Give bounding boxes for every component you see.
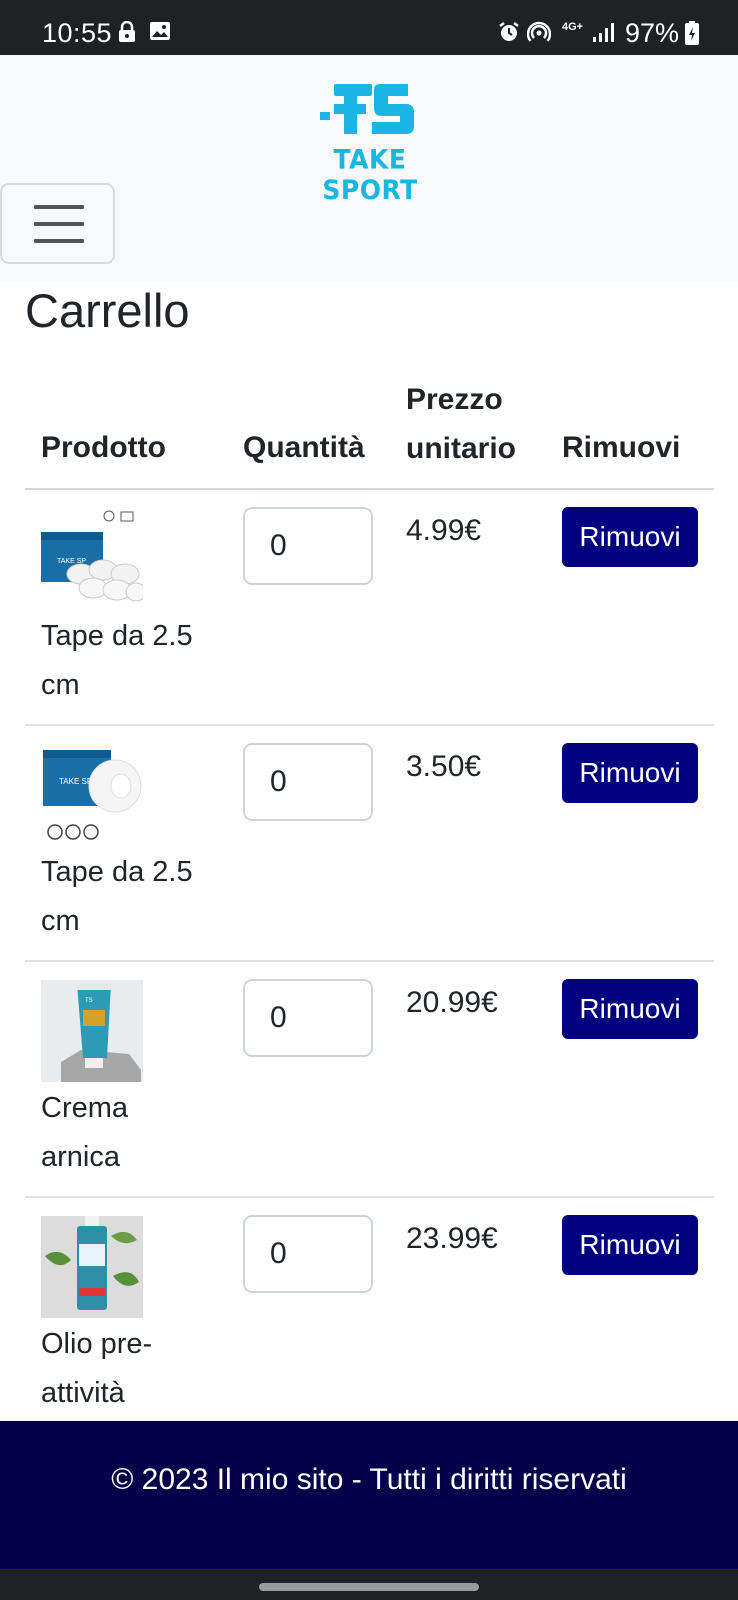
product-image-tape[interactable]: TAKE SP — [41, 744, 143, 846]
svg-text:TAKE SP: TAKE SP — [59, 777, 92, 786]
product-image-tape[interactable]: TAKE SP — [41, 508, 147, 610]
column-header-unit-price: Prezzo unitario — [406, 383, 516, 465]
home-gesture-pill[interactable] — [259, 1583, 479, 1591]
hotspot-icon — [526, 21, 552, 48]
quantity-input[interactable] — [243, 1215, 373, 1293]
status-time: 10:55 — [42, 18, 113, 48]
table-row: TAKE SP Tape da 2.5 cm 3.50€ Rimuovi — [25, 726, 714, 962]
battery-icon — [685, 21, 699, 50]
navbar: TAKE SPORT — [0, 55, 738, 281]
product-image-arnica-cream[interactable]: TS — [41, 980, 143, 1082]
battery-percentage: 97% — [625, 18, 680, 48]
signal-icon — [592, 21, 616, 48]
remove-button[interactable]: Rimuovi — [562, 979, 698, 1039]
page-title: Carrello — [25, 284, 190, 337]
unit-price: 20.99€ — [406, 986, 498, 1019]
product-name: Tape da 2.5 cm — [41, 620, 193, 701]
quantity-input[interactable] — [243, 507, 373, 585]
hamburger-menu-button[interactable] — [0, 183, 115, 264]
remove-button[interactable]: Rimuovi — [562, 507, 698, 567]
product-name: Tape da 2.5 cm — [41, 856, 193, 937]
table-row: Olio pre-attività 23.99€ Rimuovi — [25, 1198, 714, 1434]
lock-icon — [117, 20, 137, 48]
logo-mark-icon — [320, 84, 414, 134]
column-header-quantity: Quantità — [243, 431, 365, 464]
image-icon — [149, 21, 171, 46]
system-navigation-bar — [0, 1569, 738, 1600]
remove-button[interactable]: Rimuovi — [562, 1215, 698, 1275]
take-sport-logo[interactable]: TAKE SPORT — [288, 80, 452, 205]
alarm-icon — [498, 21, 520, 48]
quantity-input[interactable] — [243, 979, 373, 1057]
table-row: TAKE SP Tape da 2.5 cm 4.99€ Rimuovi — [25, 490, 714, 726]
table-row: TS Crema arnica 20.99€ Rimuovi — [25, 962, 714, 1198]
remove-button[interactable]: Rimuovi — [562, 743, 698, 803]
product-image-oil[interactable] — [41, 1216, 143, 1318]
svg-text:TS: TS — [85, 998, 93, 1004]
unit-price: 4.99€ — [406, 514, 482, 547]
logo-text: TAKE SPORT — [322, 144, 418, 206]
footer: © 2023 Il mio sito - Tutti i diritti ris… — [0, 1421, 738, 1569]
product-name: Crema arnica — [41, 1092, 129, 1173]
status-bar: 10:55 4G+ 97% — [0, 0, 738, 55]
quantity-input[interactable] — [243, 743, 373, 821]
unit-price: 23.99€ — [406, 1222, 498, 1255]
network-type-label: 4G+ — [562, 21, 584, 33]
footer-copyright: © 2023 Il mio sito - Tutti i diritti ris… — [111, 1463, 627, 1496]
unit-price: 3.50€ — [406, 750, 482, 783]
product-name: Olio pre-attività — [41, 1328, 153, 1409]
hamburger-menu-icon — [34, 205, 84, 209]
column-header-remove: Rimuovi — [562, 431, 681, 464]
column-header-product: Prodotto — [41, 431, 166, 464]
